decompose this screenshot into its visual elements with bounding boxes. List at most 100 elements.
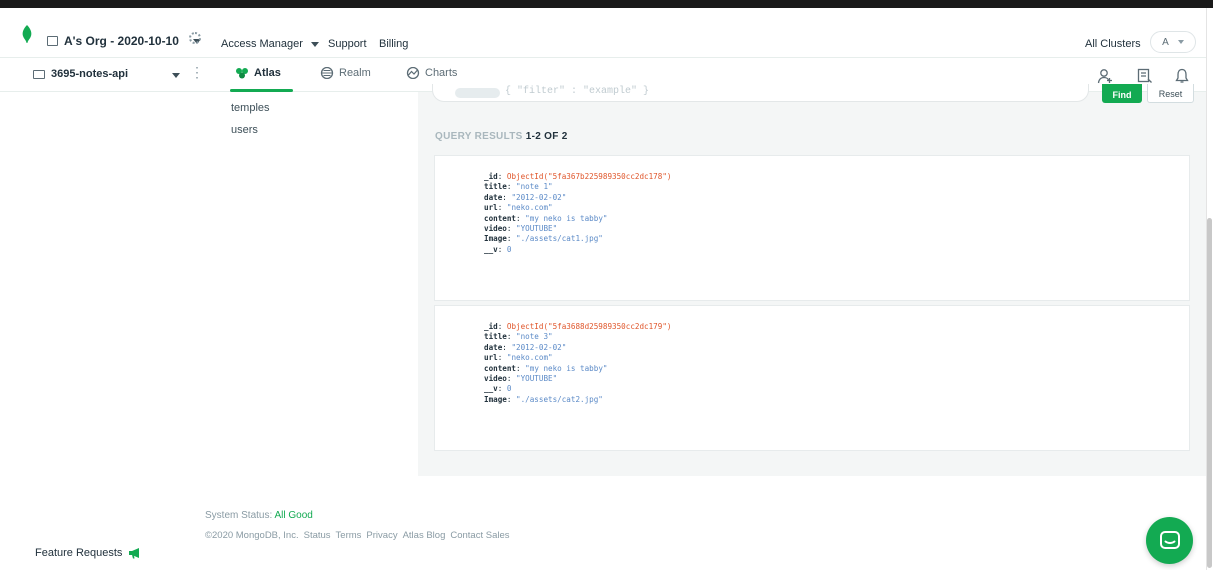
support-chat-button[interactable] bbox=[1146, 517, 1193, 564]
find-button[interactable]: Find bbox=[1102, 84, 1142, 103]
mongodb-leaf-logo[interactable] bbox=[22, 25, 32, 43]
reset-button[interactable]: Reset bbox=[1147, 84, 1194, 103]
field-separator: : bbox=[506, 394, 517, 404]
tab-charts-label: Charts bbox=[425, 67, 458, 79]
document-field-row: _id: ObjectId("5fa3688d25989350cc2dc179"… bbox=[484, 322, 671, 332]
project-selector[interactable]: 3695-notes-api bbox=[33, 68, 128, 80]
org-name: A's Org - 2020-10-10 bbox=[64, 34, 179, 48]
field-value: "note 1" bbox=[516, 182, 553, 192]
field-value: "note 3" bbox=[516, 332, 553, 342]
nav-support[interactable]: Support bbox=[328, 38, 367, 50]
system-status: System Status: All Good bbox=[205, 510, 313, 521]
document-field-row: title: "note 3" bbox=[484, 332, 671, 342]
document-field-row: __v: 0 bbox=[484, 245, 671, 255]
document-field-row: content: "my neko is tabby" bbox=[484, 214, 671, 224]
field-value: "YOUTUBE" bbox=[516, 373, 558, 383]
megaphone-icon bbox=[129, 548, 140, 559]
nav-billing[interactable]: Billing bbox=[379, 38, 408, 50]
field-value: "./assets/cat2.jpg" bbox=[516, 394, 603, 404]
project-name: 3695-notes-api bbox=[51, 68, 129, 80]
field-key: content bbox=[484, 213, 517, 223]
field-value: "./assets/cat1.jpg" bbox=[516, 234, 603, 244]
field-key: __v bbox=[484, 244, 498, 254]
field-value: 0 bbox=[506, 384, 512, 394]
system-status-value[interactable]: All Good bbox=[274, 510, 312, 521]
folder-icon bbox=[33, 69, 45, 79]
active-tab-indicator bbox=[230, 89, 293, 92]
field-separator: : bbox=[506, 332, 517, 342]
footer-link-status[interactable]: Status bbox=[304, 530, 331, 541]
field-separator: : bbox=[516, 363, 526, 373]
field-value: "2012-02-02" bbox=[511, 192, 567, 202]
field-value: "my neko is tabby" bbox=[525, 363, 608, 373]
user-menu-button[interactable]: A bbox=[1150, 31, 1196, 53]
field-key: video bbox=[484, 223, 507, 233]
chevron-down-icon bbox=[1177, 40, 1184, 44]
nav-billing-label: Billing bbox=[379, 38, 409, 50]
field-separator: : bbox=[497, 172, 507, 181]
document-field-row: url: "neko.com" bbox=[484, 203, 671, 213]
tab-charts[interactable]: Charts bbox=[406, 67, 457, 79]
field-separator: : bbox=[506, 373, 517, 383]
document-field-row: video: "YOUTUBE" bbox=[484, 374, 671, 384]
footer-link-privacy[interactable]: Privacy bbox=[366, 530, 397, 541]
nav-access-manager[interactable]: Access Manager bbox=[221, 38, 319, 50]
tab-atlas-label: Atlas bbox=[254, 67, 281, 79]
field-key: url bbox=[484, 203, 498, 213]
document-field-row: content: "my neko is tabby" bbox=[484, 364, 671, 374]
field-value: "neko.com" bbox=[506, 353, 553, 363]
field-key: date bbox=[484, 342, 503, 352]
page-scrollbar[interactable] bbox=[1206, 8, 1213, 570]
field-key: content bbox=[484, 363, 517, 373]
tab-realm[interactable]: Realm bbox=[320, 67, 371, 79]
document-card[interactable]: _id: ObjectId("5fa367b225989350cc2dc178"… bbox=[434, 155, 1190, 301]
field-key: Image bbox=[484, 394, 507, 404]
field-value: "YOUTUBE" bbox=[516, 223, 558, 233]
scrollbar-thumb[interactable] bbox=[1207, 218, 1212, 568]
field-separator: : bbox=[497, 203, 507, 213]
feature-requests-label: Feature Requests bbox=[35, 547, 123, 559]
footer-link-terms[interactable]: Terms bbox=[336, 530, 362, 541]
field-key: _id bbox=[484, 172, 498, 181]
footer-link-contact-sales[interactable]: Contact Sales bbox=[450, 530, 509, 541]
field-value: ObjectId("5fa3688d25989350cc2dc179") bbox=[506, 322, 672, 331]
field-key: video bbox=[484, 373, 507, 383]
chevron-down-icon[interactable] bbox=[172, 73, 180, 78]
field-separator: : bbox=[516, 213, 526, 223]
document-card[interactable]: _id: ObjectId("5fa3688d25989350cc2dc179"… bbox=[434, 305, 1190, 451]
activity-feed-icon[interactable] bbox=[1137, 68, 1153, 84]
user-initial: A bbox=[1162, 36, 1169, 48]
footer-link-atlas-blog[interactable]: Atlas Blog bbox=[403, 530, 446, 541]
org-selector[interactable]: A's Org - 2020-10-10 bbox=[47, 31, 201, 51]
document-field-row: __v: 0 bbox=[484, 384, 671, 394]
field-separator: : bbox=[506, 234, 517, 244]
nav-access-manager-label: Access Manager bbox=[221, 38, 303, 50]
invite-user-icon[interactable] bbox=[1097, 68, 1113, 84]
realm-icon bbox=[320, 67, 334, 79]
document-fields: _id: ObjectId("5fa367b225989350cc2dc178"… bbox=[484, 172, 671, 255]
collection-item-users[interactable]: users bbox=[231, 124, 258, 136]
filter-input[interactable]: { "filter" : "example" } bbox=[505, 86, 649, 97]
filter-label-chip bbox=[455, 88, 500, 98]
charts-icon bbox=[406, 67, 420, 79]
field-value: "2012-02-02" bbox=[511, 342, 567, 352]
system-status-label: System Status: bbox=[205, 510, 273, 521]
org-settings-gear-icon[interactable] bbox=[189, 32, 201, 44]
field-separator: : bbox=[497, 322, 507, 331]
tab-atlas[interactable]: Atlas bbox=[235, 67, 281, 79]
field-separator: : bbox=[497, 384, 507, 394]
chat-icon bbox=[1159, 530, 1180, 549]
alerts-bell-icon[interactable] bbox=[1175, 68, 1189, 84]
feature-requests-link[interactable]: Feature Requests bbox=[35, 547, 142, 559]
all-clusters-link[interactable]: All Clusters bbox=[1085, 38, 1141, 50]
document-field-row: url: "neko.com" bbox=[484, 353, 671, 363]
window-top-edge bbox=[0, 0, 1213, 8]
field-separator: : bbox=[497, 244, 507, 254]
document-fields: _id: ObjectId("5fa3688d25989350cc2dc179"… bbox=[484, 322, 671, 405]
chevron-down-icon bbox=[310, 41, 319, 47]
field-value: ObjectId("5fa367b225989350cc2dc178") bbox=[506, 172, 672, 181]
query-results-label: QUERY RESULTS bbox=[435, 131, 523, 142]
project-more-options-icon[interactable]: ⋮ bbox=[190, 65, 204, 79]
field-separator: : bbox=[506, 182, 517, 192]
collection-item-temples[interactable]: temples bbox=[231, 102, 270, 114]
